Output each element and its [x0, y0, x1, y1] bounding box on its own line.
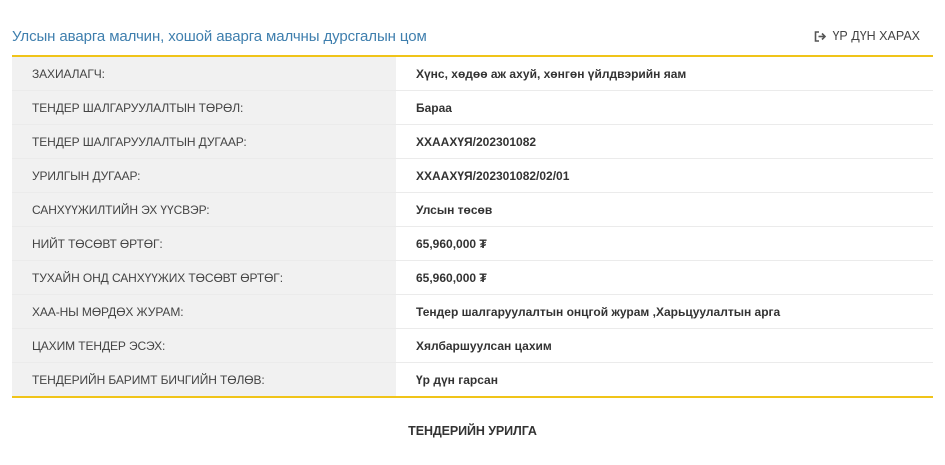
- table-row: ХАА-НЫ МӨРДӨХ ЖУРАМ: Тендер шалгаруулалт…: [12, 294, 933, 329]
- detail-label: ТУХАЙН ОНД САНХҮҮЖИХ ТӨСӨВТ ӨРТӨГ:: [12, 260, 396, 295]
- detail-value: Үр дүн гарсан: [396, 362, 933, 397]
- detail-value: ХХААХҮЯ/202301082/02/01: [396, 158, 933, 193]
- detail-value: Бараа: [396, 90, 933, 125]
- detail-label: САНХҮҮЖИЛТИЙН ЭХ ҮҮСВЭР:: [12, 192, 396, 227]
- sign-out-icon: [814, 30, 827, 42]
- detail-label: ХАА-НЫ МӨРДӨХ ЖУРАМ:: [12, 294, 396, 329]
- table-row: ТУХАЙН ОНД САНХҮҮЖИХ ТӨСӨВТ ӨРТӨГ: 65,96…: [12, 260, 933, 295]
- table-row: ТЕНДЕР ШАЛГАРУУЛАЛТЫН ТӨРӨЛ: Бараа: [12, 90, 933, 125]
- page-title: Улсын аварга малчин, хошой аварга малчны…: [12, 27, 427, 45]
- table-row: УРИЛГЫН ДУГААР: ХХААХҮЯ/202301082/02/01: [12, 158, 933, 193]
- table-row: ЦАХИМ ТЕНДЕР ЭСЭХ: Хялбаршуулсан цахим: [12, 328, 933, 363]
- table-row: САНХҮҮЖИЛТИЙН ЭХ ҮҮСВЭР: Улсын төсөв: [12, 192, 933, 227]
- view-results-button[interactable]: ҮР ДҮН ХАРАХ: [814, 29, 920, 43]
- table-row: ТЕНДЕРИЙН БАРИМТ БИЧГИЙН ТӨЛӨВ: Үр дүн г…: [12, 362, 933, 397]
- detail-label: ЗАХИАЛАГЧ:: [12, 56, 396, 91]
- detail-label: УРИЛГЫН ДУГААР:: [12, 158, 396, 193]
- page-header: Улсын аварга малчин, хошой аварга малчны…: [12, 22, 933, 50]
- detail-label: ТЕНДЕР ШАЛГАРУУЛАЛТЫН ДУГААР:: [12, 124, 396, 159]
- detail-label: ЦАХИМ ТЕНДЕР ЭСЭХ:: [12, 328, 396, 363]
- detail-value: 65,960,000 ₮: [396, 226, 933, 261]
- table-row: НИЙТ ТӨСӨВТ ӨРТӨГ: 65,960,000 ₮: [12, 226, 933, 261]
- tender-details-table: ЗАХИАЛАГЧ: Хүнс, хөдөө аж ахуй, хөнгөн ү…: [12, 55, 933, 398]
- table-row: ТЕНДЕР ШАЛГАРУУЛАЛТЫН ДУГААР: ХХААХҮЯ/20…: [12, 124, 933, 159]
- detail-label: НИЙТ ТӨСӨВТ ӨРТӨГ:: [12, 226, 396, 261]
- detail-value: 65,960,000 ₮: [396, 260, 933, 295]
- view-results-label: ҮР ДҮН ХАРАХ: [832, 29, 920, 43]
- table-row: ЗАХИАЛАГЧ: Хүнс, хөдөө аж ахуй, хөнгөн ү…: [12, 56, 933, 91]
- detail-value: ХХААХҮЯ/202301082: [396, 124, 933, 159]
- detail-label: ТЕНДЕР ШАЛГАРУУЛАЛТЫН ТӨРӨЛ:: [12, 90, 396, 125]
- detail-value: Тендер шалгаруулалтын онцгой журам ,Харь…: [396, 294, 933, 329]
- section-heading: ТЕНДЕРИЙН УРИЛГА: [408, 424, 537, 438]
- detail-value: Хүнс, хөдөө аж ахуй, хөнгөн үйлдвэрийн я…: [396, 56, 933, 91]
- detail-value: Хялбаршуулсан цахим: [396, 328, 933, 363]
- detail-value: Улсын төсөв: [396, 192, 933, 227]
- detail-label: ТЕНДЕРИЙН БАРИМТ БИЧГИЙН ТӨЛӨВ:: [12, 362, 396, 397]
